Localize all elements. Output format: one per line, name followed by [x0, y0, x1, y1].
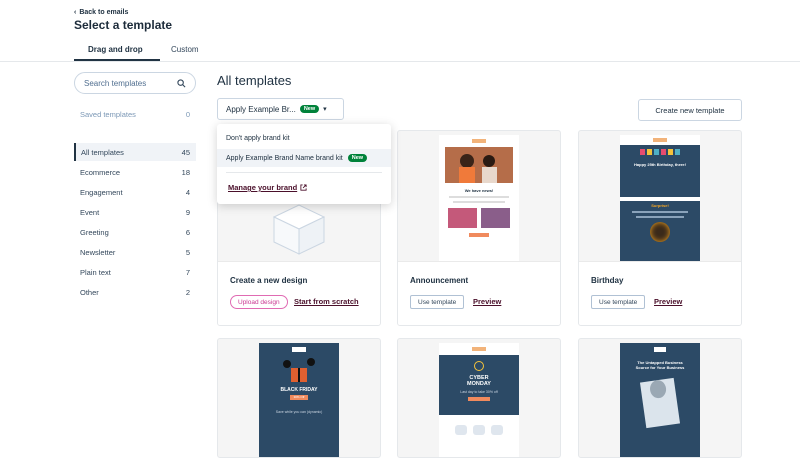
thumb-badge: 30% Off — [290, 395, 308, 400]
back-link[interactable]: ‹ Back to emails — [74, 9, 128, 16]
sidebar-item-count: 9 — [185, 207, 190, 217]
sidebar-item-label: Saved templates — [80, 109, 136, 119]
card-cyber-monday: CYBER MONDAY Last day to take 30% off — [397, 338, 561, 458]
search-placeholder: Search templates — [84, 78, 147, 88]
sidebar-item-other[interactable]: Other 2 — [74, 283, 196, 301]
manage-brand-label: Manage your brand — [228, 183, 298, 192]
sidebar-item-newsletter[interactable]: Newsletter 5 — [74, 243, 196, 261]
sidebar-item-count: 7 — [185, 267, 190, 277]
card-footer: Birthday Use template Preview — [579, 261, 741, 325]
card-title: Birthday — [591, 276, 624, 285]
thumb-sub: Last day to take 30% off — [460, 390, 498, 394]
search-icon — [177, 78, 186, 87]
page-title: Select a template — [74, 18, 173, 32]
dropdown-item-apply-brand[interactable]: Apply Example Brand Name brand kit New — [217, 149, 391, 167]
sidebar-item-label: Other — [80, 287, 99, 297]
preview-link[interactable]: Preview — [654, 297, 682, 306]
card-newsletter-business: The Untapped Business Source for Your Bu… — [578, 338, 742, 458]
use-template-button[interactable]: Use template — [591, 295, 646, 309]
dropdown-item-label: Apply Example Brand Name brand kit — [226, 154, 343, 162]
card-footer: Create a new design Upload design Start … — [218, 261, 380, 325]
thumb-heading: BLACK FRIDAY — [280, 387, 318, 393]
template-thumbnail: The Untapped Business Source for Your Bu… — [620, 343, 700, 457]
thumb-images — [448, 208, 510, 228]
sidebar-item-label: Greeting — [80, 227, 109, 237]
sidebar-item-label: Newsletter — [80, 247, 116, 257]
sidebar-item-engagement[interactable]: Engagement 4 — [74, 183, 196, 201]
new-badge: New — [347, 154, 368, 162]
divider — [226, 172, 382, 173]
sidebar-item-label: Event — [80, 207, 100, 217]
hero-image — [445, 147, 513, 183]
external-link-icon — [300, 184, 307, 191]
design-illustration — [272, 204, 326, 255]
brand-kit-select[interactable]: Apply Example Br... New ▾ — [217, 98, 344, 120]
template-thumbnail: Happy 25th Birthday, there! Surprise! — [620, 135, 700, 263]
card-black-friday: BLACK FRIDAY 30% Off Save while you can … — [217, 338, 381, 458]
hero-banner: Happy 25th Birthday, there! — [620, 145, 700, 197]
sidebar-item-count: 18 — [181, 167, 190, 177]
chevron-left-icon: ‹ — [74, 9, 77, 16]
bolt-icon — [474, 361, 484, 371]
card-title: Announcement — [410, 276, 469, 285]
create-new-template-button[interactable]: Create new template — [638, 99, 742, 121]
manage-brand-link[interactable]: Manage your brand — [228, 183, 307, 192]
use-template-button[interactable]: Use template — [410, 295, 465, 309]
card-announcement: We have news! Announcement Use template … — [397, 130, 561, 326]
main-title: All templates — [217, 73, 292, 88]
sidebar-item-count: 6 — [185, 227, 190, 237]
search-input[interactable]: Search templates — [74, 72, 196, 94]
sidebar-item-count: 5 — [185, 247, 190, 257]
caret-down-icon: ▾ — [323, 106, 327, 113]
sidebar-item-greeting[interactable]: Greeting 6 — [74, 223, 196, 241]
sidebar-item-plain-text[interactable]: Plain text 7 — [74, 263, 196, 281]
template-thumbnail: We have news! — [439, 135, 519, 263]
thumb-heading: CYBER MONDAY — [467, 375, 491, 387]
brand-select-value: Apply Example Br... — [226, 104, 296, 114]
new-badge: New — [299, 105, 320, 113]
card-birthday: Happy 25th Birthday, there! Surprise! Bi… — [578, 130, 742, 326]
tab-custom[interactable]: Custom — [171, 45, 199, 54]
sidebar-item-ecommerce[interactable]: Ecommerce 18 — [74, 163, 196, 181]
dropdown-item-no-brand[interactable]: Don't apply brand kit — [217, 129, 391, 147]
sidebar-item-label: Ecommerce — [80, 167, 121, 177]
template-thumbnail: BLACK FRIDAY 30% Off Save while you can … — [259, 343, 339, 457]
logo-icon — [472, 139, 486, 143]
sidebar-item-count: 4 — [185, 187, 190, 197]
thumb-sub: Surprise! — [651, 203, 669, 208]
tab-drag-and-drop[interactable]: Drag and drop — [88, 45, 143, 54]
card-title: Create a new design — [230, 276, 308, 285]
sidebar-item-label: Engagement — [80, 187, 123, 197]
brand-kit-dropdown: Don't apply brand kit Apply Example Bran… — [217, 124, 391, 204]
preview-link[interactable]: Preview — [473, 297, 501, 306]
sidebar-item-count: 45 — [181, 147, 190, 157]
active-tab-indicator — [74, 59, 160, 61]
back-label: Back to emails — [79, 9, 129, 16]
upload-design-button[interactable]: Upload design — [230, 295, 288, 309]
sidebar-item-event[interactable]: Event 9 — [74, 203, 196, 221]
thumb-heading: The Untapped Business Source for Your Bu… — [635, 360, 685, 370]
book-image — [639, 377, 681, 429]
card-footer: Announcement Use template Preview — [398, 261, 560, 325]
thumb-heading: Happy 25th Birthday, there! — [634, 162, 686, 167]
header: ‹ Back to emails Select a template Drag a… — [0, 0, 800, 62]
sidebar-item-label: Plain text — [80, 267, 111, 277]
sidebar-item-saved[interactable]: Saved templates 0 — [74, 105, 196, 123]
sidebar-item-label: All templates — [81, 147, 124, 157]
gift-icon — [283, 358, 315, 382]
thumb-heading: We have news! — [464, 188, 494, 193]
thumb-sub: Save while you can (dynamic) — [275, 410, 323, 414]
template-thumbnail: CYBER MONDAY Last day to take 30% off — [439, 343, 519, 457]
dropdown-item-label: Don't apply brand kit — [226, 134, 290, 142]
sidebar-item-count: 2 — [185, 287, 190, 297]
sidebar-item-count: 0 — [185, 109, 190, 119]
sidebar-item-all[interactable]: All templates 45 — [74, 143, 196, 161]
start-from-scratch-link[interactable]: Start from scratch — [294, 297, 359, 306]
